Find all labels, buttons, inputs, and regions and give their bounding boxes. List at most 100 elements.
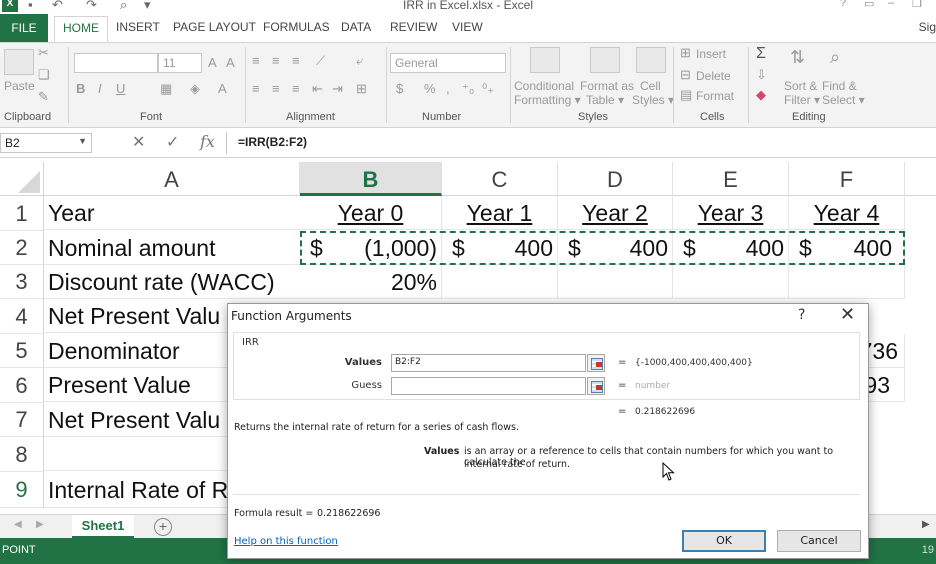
ribbon-display-icon[interactable]: ▭ (864, 0, 874, 10)
cell-f3[interactable] (789, 265, 905, 299)
help-on-function-link[interactable]: Help on this function (234, 536, 338, 547)
collapse-dialog-icon[interactable] (587, 354, 605, 372)
conditional-formatting-icon[interactable] (530, 47, 560, 73)
font-name-box[interactable] (74, 53, 158, 73)
column-header-d[interactable]: D (558, 162, 673, 196)
column-header-f[interactable]: F (789, 162, 905, 196)
cell-styles-line2[interactable]: Styles ▾ (632, 93, 674, 107)
autosum-icon[interactable]: Σ (756, 45, 766, 63)
column-header-b[interactable]: B (300, 162, 442, 196)
cell-f1[interactable]: Year 4 (789, 196, 905, 230)
cell-a3[interactable]: Discount rate (WACC) (44, 265, 300, 299)
conditional-formatting-line2[interactable]: Formatting ▾ (514, 93, 581, 107)
comma-style-icon[interactable]: , (446, 81, 450, 96)
row-header-7[interactable]: 7 (0, 403, 44, 437)
bold-icon[interactable]: B (76, 81, 85, 96)
guess-arg-input[interactable] (391, 377, 586, 395)
formula-input[interactable]: =IRR(B2:F2) (238, 135, 307, 149)
clear-icon[interactable]: ◆ (756, 87, 766, 103)
paste-button[interactable]: Paste (4, 79, 35, 93)
select-all-corner[interactable] (0, 162, 44, 196)
scroll-right-icon[interactable]: ▶ (922, 519, 930, 530)
increase-decimal-icon[interactable]: ⁺₀ (462, 81, 474, 97)
insert-cells-button[interactable]: Insert (696, 47, 726, 61)
tab-formulas[interactable]: FORMULAS (263, 20, 330, 34)
values-arg-input[interactable]: B2:F2 (391, 354, 586, 372)
cell-d1[interactable]: Year 2 (558, 196, 673, 230)
scroll-sheets-right-icon[interactable]: ▶ (36, 519, 44, 530)
underline-icon[interactable]: U (116, 81, 125, 96)
sort-filter-line1[interactable]: Sort & (784, 79, 817, 93)
align-bottom-icon[interactable]: ≡ (292, 53, 300, 68)
cell-d3[interactable] (558, 265, 673, 299)
sort-filter-line2[interactable]: Filter ▾ (784, 93, 820, 107)
scroll-sheets-left-icon[interactable]: ◀ (14, 519, 22, 530)
format-as-table-icon[interactable] (590, 47, 620, 73)
format-cells-icon[interactable]: ▤ (680, 87, 692, 103)
format-as-table-line2[interactable]: Table ▾ (586, 93, 624, 107)
accounting-format-icon[interactable]: $ (396, 81, 403, 96)
cell-a2[interactable]: Nominal amount (44, 231, 300, 265)
increase-indent-icon[interactable]: ⇥ (332, 81, 343, 97)
align-center-icon[interactable]: ≡ (272, 81, 280, 96)
tab-file[interactable]: FILE (0, 14, 48, 42)
column-header-c[interactable]: C (442, 162, 558, 196)
cell-styles-line1[interactable]: Cell (640, 79, 661, 93)
column-header-a[interactable]: A (44, 162, 300, 196)
format-painter-icon[interactable]: ✎ (38, 89, 49, 105)
cut-icon[interactable]: ✂ (38, 45, 49, 61)
row-header-8[interactable]: 8 (0, 437, 44, 472)
increase-font-icon[interactable]: A (208, 55, 217, 70)
row-header-1[interactable]: 1 (0, 196, 44, 231)
cell-b3[interactable]: 20% (300, 265, 442, 299)
align-right-icon[interactable]: ≡ (292, 81, 300, 96)
font-size-box[interactable]: 11 (158, 53, 202, 73)
tab-view[interactable]: VIEW (452, 20, 483, 34)
orientation-icon[interactable]: ⟋ (316, 53, 325, 69)
align-top-icon[interactable]: ≡ (252, 53, 260, 68)
find-select-icon[interactable]: ⌕ (830, 47, 840, 68)
row-header-3[interactable]: 3 (0, 265, 44, 299)
cancel-entry-icon[interactable]: ✕ (132, 132, 145, 152)
row-header-6[interactable]: 6 (0, 368, 44, 403)
merge-center-icon[interactable]: ⊞ (356, 81, 367, 97)
cell-c3[interactable] (442, 265, 558, 299)
cell-b2[interactable]: $ (1,000) (300, 231, 442, 265)
paste-icon[interactable] (4, 49, 34, 75)
insert-function-icon[interactable]: fx (200, 132, 215, 151)
column-header-e[interactable]: E (673, 162, 789, 196)
tab-review[interactable]: REVIEW (390, 20, 437, 34)
align-middle-icon[interactable]: ≡ (272, 53, 280, 68)
cell-e3[interactable] (673, 265, 789, 299)
add-sheet-icon[interactable]: + (154, 518, 172, 536)
name-box[interactable]: B2 ▼ (0, 133, 92, 153)
row-header-9[interactable]: 9 (0, 472, 44, 508)
dialog-help-icon[interactable]: ? (798, 307, 805, 323)
sort-filter-icon[interactable]: ⇅ (790, 47, 805, 68)
decrease-indent-icon[interactable]: ⇤ (312, 81, 323, 97)
borders-icon[interactable]: ▦ (160, 81, 172, 97)
row-header-2[interactable]: 2 (0, 231, 44, 265)
cell-e1[interactable]: Year 3 (673, 196, 789, 230)
percent-style-icon[interactable]: % (424, 81, 436, 96)
format-as-table-line1[interactable]: Format as (580, 79, 634, 93)
ok-button[interactable]: OK (682, 530, 766, 552)
delete-cells-button[interactable]: Delete (696, 69, 731, 83)
sheet-tab-sheet1[interactable]: Sheet1 (72, 515, 134, 539)
cell-e2[interactable]: $400 (673, 231, 789, 265)
wrap-text-icon[interactable]: ⤶ (356, 53, 363, 69)
row-header-5[interactable]: 5 (0, 334, 44, 368)
tab-home[interactable]: HOME (54, 16, 108, 42)
cell-c1[interactable]: Year 1 (442, 196, 558, 230)
cell-d2[interactable]: $400 (558, 231, 673, 265)
chevron-down-icon[interactable]: ▼ (78, 136, 87, 146)
decrease-decimal-icon[interactable]: ⁰₊ (482, 81, 494, 97)
cell-styles-icon[interactable] (636, 47, 666, 73)
fill-color-icon[interactable]: ◈ (190, 81, 200, 97)
sign-in-link[interactable]: Sig (919, 20, 936, 34)
help-icon[interactable]: ? (840, 0, 846, 9)
copy-icon[interactable]: ❏ (38, 67, 50, 83)
tab-insert[interactable]: INSERT (116, 20, 160, 34)
find-select-line1[interactable]: Find & (822, 79, 857, 93)
find-select-line2[interactable]: Select ▾ (822, 93, 865, 107)
